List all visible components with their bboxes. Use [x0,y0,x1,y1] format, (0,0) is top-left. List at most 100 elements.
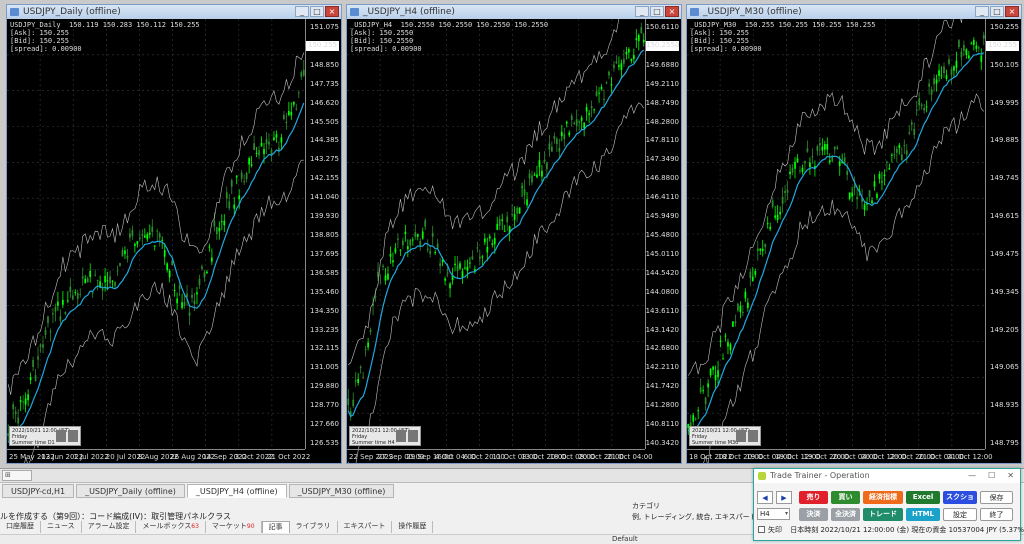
window-tab[interactable]: _USDJPY_M30 (offline) [288,484,395,498]
info-line: USDJPY_Daily 150.119 150.283 150.112 150… [10,21,200,29]
minimize-icon[interactable]: _ [635,6,649,17]
arrow-checkbox[interactable] [758,526,765,533]
settings-button[interactable]: 設定 [943,508,977,521]
minimize-icon[interactable]: _ [295,6,309,17]
screenshot-button[interactable]: スクショ [943,491,977,504]
candle-body [878,173,881,179]
prev-bar-button[interactable]: ◀ [757,491,773,504]
widget-button[interactable] [56,430,66,442]
close-icon[interactable]: × [325,6,339,17]
minimize-icon[interactable]: — [968,469,976,483]
sell-button[interactable]: 売り [799,491,828,504]
candle-body [930,89,933,95]
econ-button[interactable]: 経済指標 [863,491,903,504]
trade-button[interactable]: トレード [863,508,903,521]
close-icon[interactable]: × [1005,6,1019,17]
excel-button[interactable]: Excel [906,491,940,504]
candle-body [416,234,419,237]
candle-body [404,231,407,235]
candle-body [300,72,303,77]
chart-window-h4[interactable]: _USDJPY_H4 (offline) _ □ × _USDJPY_H4 150.… [346,4,682,464]
candle-body [47,316,49,324]
candle-body [163,250,166,257]
moving-average-line [347,49,645,418]
buy-button[interactable]: 買い [831,491,860,504]
candle-body [950,68,953,75]
html-button[interactable]: HTML [906,508,940,521]
next-bar-button[interactable]: ▶ [776,491,792,504]
chart-window-m30[interactable]: _USDJPY_M30 (offline) _ □ × _USDJPY_M30 15… [686,4,1022,464]
chart-plot[interactable] [347,19,681,463]
terminal-tab[interactable]: ライブラリ [290,521,338,533]
minimize-icon[interactable]: _ [975,6,989,17]
info-line: [Bid]: 150.2550 [350,37,414,45]
current-price-box: 150.255 [986,41,1019,51]
chart-plot[interactable] [687,19,1021,463]
close-icon[interactable]: × [665,6,679,17]
info-line: [Bid]: 150.255 [690,37,750,45]
trainer-titlebar[interactable]: Trade Trainer - Operation — ☐ ✕ [754,469,1020,483]
candle-body [76,293,79,300]
terminal-tab[interactable]: 操作履歴 [392,521,434,533]
price-tick-label: 145.505 [310,117,339,126]
widget-button[interactable] [748,430,758,442]
save-button[interactable]: 保存 [980,491,1013,504]
price-tick-label: 150.6110 [645,23,679,31]
price-tick-label: 142.155 [310,174,339,183]
candle-body [84,278,87,284]
chart-window-daily[interactable]: USDJPY_Daily (offline) _ □ × USDJPY_Daily … [6,4,342,464]
candle-body [863,204,866,211]
candle-body [32,359,34,367]
maximize-icon[interactable]: □ [990,6,1004,17]
terminal-tab[interactable]: 口座履歴 [0,521,41,533]
candle-body [243,181,246,183]
candle-body [965,49,968,55]
window-tab[interactable]: _USDJPY_Daily (offline) [76,484,185,498]
terminal-tab[interactable]: エキスパート [338,521,393,533]
window-tab[interactable]: _USDJPY_H4 (offline) [186,484,287,498]
settle-button[interactable]: 決済 [799,508,828,521]
price-chart[interactable]: _USDJPY_H4 150.2550 150.2550 150.2550 15… [347,19,681,463]
terminal-tab[interactable]: ニュース [41,521,82,533]
price-tick-label: 146.4110 [645,193,679,202]
candle-body [476,247,479,249]
price-tick-label: 148.935 [990,401,1019,410]
terminal-tab[interactable]: 記事 [261,521,290,533]
settle-all-button[interactable]: 全決済 [831,508,860,521]
price-chart[interactable]: USDJPY_Daily 150.119 150.283 150.112 150… [7,19,341,463]
price-chart[interactable]: _USDJPY_M30 150.255 150.255 150.255 150.… [687,19,1021,463]
maximize-icon[interactable]: □ [650,6,664,17]
candle-body [908,132,911,134]
exit-button[interactable]: 終了 [980,508,1013,521]
candle-body [729,344,732,351]
terminal-tab[interactable]: メールボックス63 [136,521,206,533]
close-icon[interactable]: ✕ [1007,469,1014,483]
widget-button[interactable] [408,430,418,442]
window-titlebar[interactable]: USDJPY_Daily (offline) _ □ × [7,5,341,19]
candle-body [183,302,186,306]
window-titlebar[interactable]: _USDJPY_H4 (offline) _ □ × [347,5,681,19]
price-tick-label: 141.040 [310,193,339,202]
trade-trainer-panel[interactable]: Trade Trainer - Operation — ☐ ✕ ◀ ▶ H4 ▾… [753,468,1024,541]
candle-body [627,49,630,53]
candle-body [488,236,491,239]
widget-button[interactable] [736,430,746,442]
window-tab[interactable]: USDJPY-cd,H1 [2,484,75,498]
widget-button[interactable] [396,430,406,442]
toolbar-field[interactable]: ⊞ [2,470,32,481]
candle-body [384,275,387,281]
candle-body [531,175,533,183]
timeframe-select[interactable]: H4 ▾ [757,508,790,520]
terminal-tab[interactable]: マーケット90 [206,521,262,533]
maximize-icon[interactable]: ☐ [988,469,995,483]
window-titlebar[interactable]: _USDJPY_M30 (offline) _ □ × [687,5,1021,19]
candle-body [578,121,581,123]
price-tick-label: 149.6880 [645,60,679,69]
maximize-icon[interactable]: □ [310,6,324,17]
widget-button[interactable] [68,430,78,442]
chart-window-icon [10,8,19,16]
candle-body [49,331,52,333]
chart-plot[interactable] [7,19,341,463]
terminal-tab[interactable]: アラーム設定 [82,521,137,533]
candle-body [106,280,109,282]
